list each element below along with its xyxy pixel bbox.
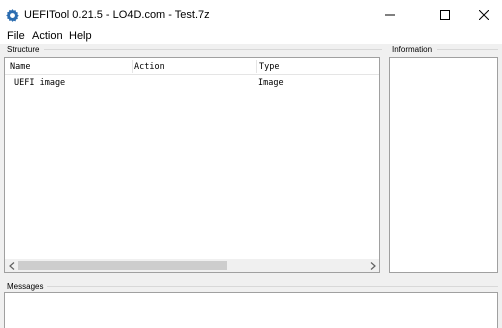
chevron-left-icon: [8, 261, 14, 270]
row-type: Image: [258, 78, 284, 88]
menu-bar: File Action Help: [0, 30, 502, 44]
information-panel[interactable]: [389, 57, 498, 273]
window-title: UEFITool 0.21.5 - LO4D.com - Test.7z: [24, 9, 210, 21]
information-divider: [437, 49, 498, 50]
title-bar[interactable]: UEFITool 0.21.5 - LO4D.com - Test.7z: [0, 0, 502, 30]
maximize-icon: [439, 10, 450, 20]
column-header-action[interactable]: Action: [134, 62, 165, 72]
tree-header: Name Action Type: [5, 58, 379, 75]
information-label: Information: [392, 45, 433, 54]
close-button[interactable]: [465, 0, 502, 30]
structure-tree[interactable]: Name Action Type UEFI image Image: [4, 57, 380, 273]
minimize-button[interactable]: [367, 0, 412, 30]
scroll-right-button[interactable]: [366, 259, 379, 272]
gear-icon: [5, 8, 20, 23]
column-divider[interactable]: [132, 60, 133, 73]
minimize-icon: [384, 14, 395, 16]
messages-label: Messages: [7, 282, 44, 291]
maximize-button[interactable]: [422, 0, 467, 30]
row-name: UEFI image: [14, 78, 66, 88]
structure-divider: [44, 49, 382, 50]
menu-help[interactable]: Help: [69, 30, 92, 42]
column-divider[interactable]: [256, 60, 257, 73]
messages-panel[interactable]: [4, 292, 498, 328]
close-icon: [478, 10, 489, 20]
horizontal-scrollbar[interactable]: [5, 259, 379, 272]
tree-row[interactable]: UEFI image Image: [5, 76, 379, 90]
menu-file[interactable]: File: [7, 30, 25, 42]
menu-action[interactable]: Action: [32, 30, 63, 42]
messages-divider: [47, 286, 498, 287]
column-header-name[interactable]: Name: [10, 62, 30, 72]
scrollbar-thumb[interactable]: [18, 261, 227, 270]
structure-label: Structure: [7, 45, 40, 54]
scroll-left-button[interactable]: [5, 259, 18, 272]
column-header-type[interactable]: Type: [259, 62, 279, 72]
panel-splitter[interactable]: [0, 276, 502, 278]
chevron-right-icon: [370, 261, 376, 270]
